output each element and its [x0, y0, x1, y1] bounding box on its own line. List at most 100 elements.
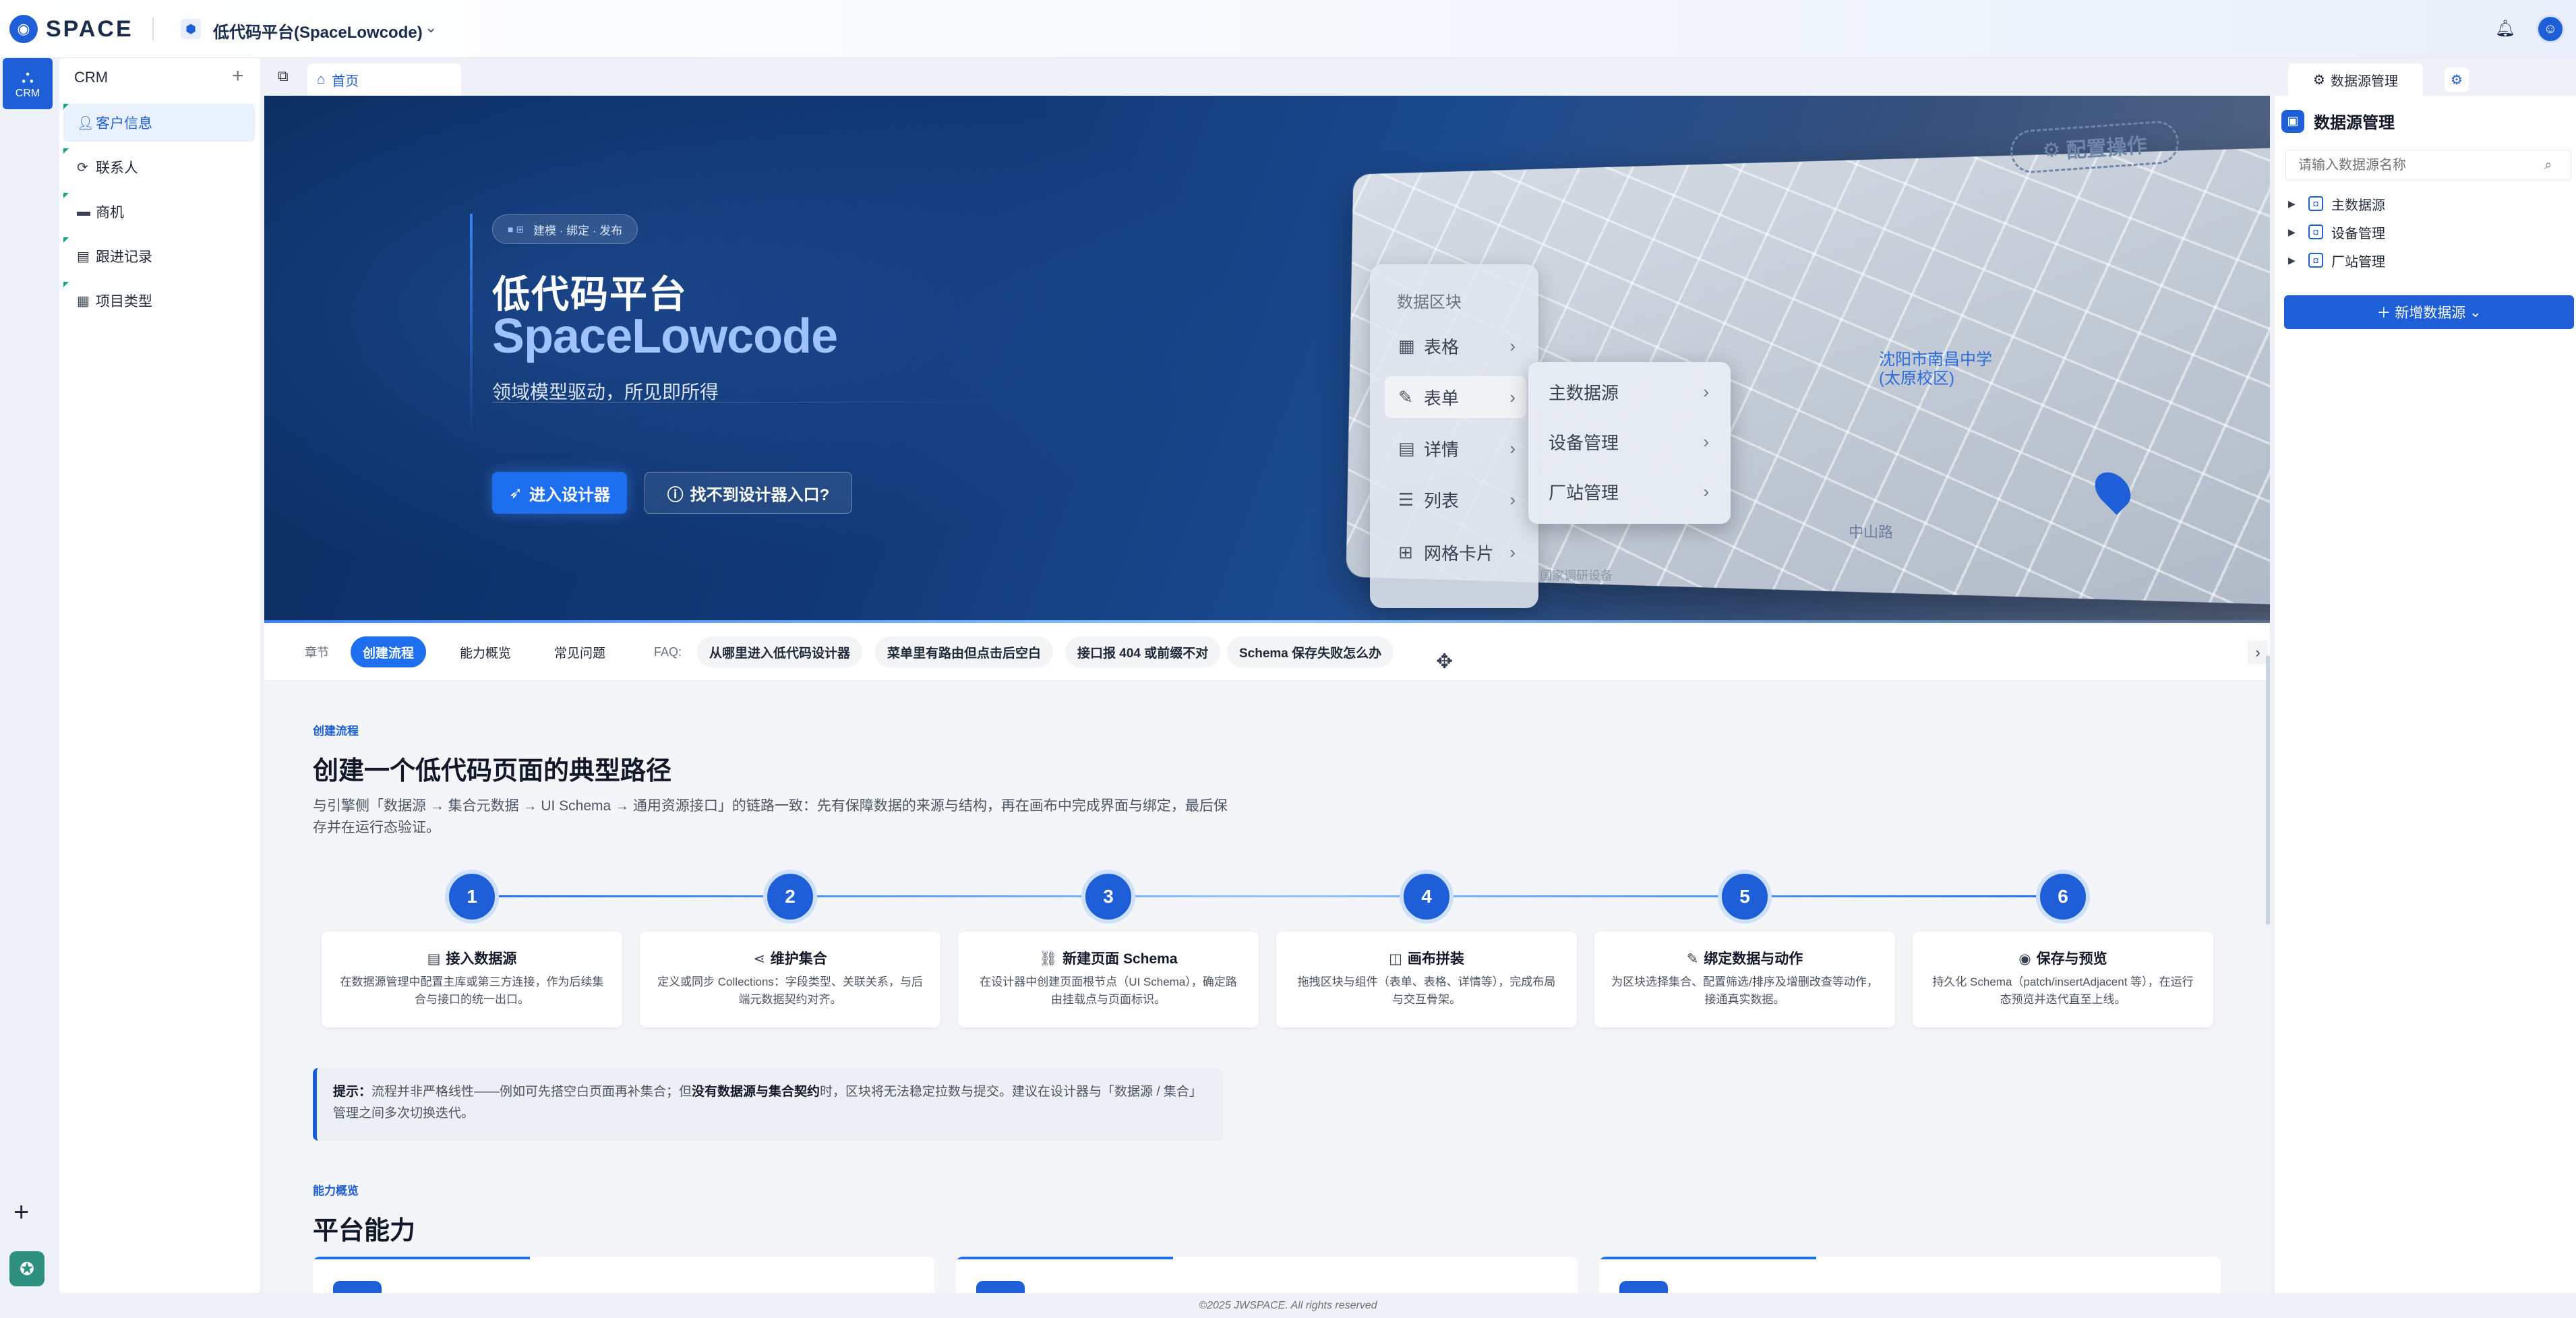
section-description: 与引擎侧「数据源 → 集合元数据 → UI Schema → 通用资源接口」的链… [313, 798, 1228, 835]
faq-chip[interactable]: Schema 保存失败怎么办 [1227, 636, 1394, 667]
user-icon: 👤︎ [77, 115, 94, 131]
settings-icon[interactable]: ⚙ [2445, 67, 2469, 92]
tab-home[interactable]: ⌂ 首页 [307, 63, 461, 96]
grid-icon: ■ ⊞ [508, 223, 525, 235]
sidebar-item-opportunity[interactable]: ▬ 商机 [63, 193, 255, 231]
caret-right-icon[interactable]: ▶ [2288, 227, 2308, 238]
sidebar-item-followup[interactable]: ▤ 跟进记录 [63, 237, 255, 275]
panel-title: ▣ 数据源管理 [2281, 109, 2395, 133]
chevron-right-icon[interactable]: › [2248, 640, 2268, 665]
find-designer-button[interactable]: ⓘ 找不到设计器入口? [645, 472, 852, 514]
step-title-text: 维护集合 [770, 951, 827, 967]
bell-icon[interactable]: 🔔︎ [2494, 18, 2516, 39]
logo-text[interactable]: SPACE [46, 16, 133, 42]
gear-icon: ⚙ [2313, 72, 2325, 88]
sidebar-item-project-type[interactable]: ▦ 项目类型 [63, 282, 255, 320]
assistant-icon[interactable]: ✪ [9, 1251, 44, 1286]
eye-icon: ◉ [2018, 951, 2031, 967]
chapter-tab-capabilities[interactable]: 能力概览 [448, 636, 523, 667]
search-icon[interactable]: ⌕ [2544, 158, 2552, 173]
step-title: ▤ 接入数据源 [322, 948, 622, 968]
submenu-item-label: 主数据源 [1549, 382, 1619, 403]
panel-title-text: 数据源管理 [2314, 114, 2395, 132]
submenu-item: 厂站管理 › [1549, 471, 1717, 512]
sidebar: CRM + 👤︎ 客户信息 ⟳ 联系人 ▬ 商机 ▤ 跟进记录 ▦ 项目类型 [59, 58, 260, 1293]
database-icon: ▤ [427, 951, 441, 967]
add-datasource-button[interactable]: ＋ 新增数据源 ⌄ [2284, 295, 2574, 329]
hero-banner: ⚙ 配置操作 数据区块 ▦ 表格 › ✎ 表单 › ▤ 详情 › ☰ 列表 › ⊞ 网格卡片 › 主… [264, 96, 2270, 623]
chevron-down-icon[interactable]: ⌄ [425, 19, 437, 36]
form-icon: ✎ [1398, 386, 1413, 407]
divider [152, 18, 154, 40]
sidebar-item-label: 客户信息 [96, 116, 152, 131]
capability-card [956, 1257, 1578, 1293]
step-number: 5 [1718, 870, 1772, 924]
app-cube-icon: ⬢ [181, 19, 201, 39]
capability-icon [333, 1281, 382, 1293]
chapter-nav: 章节 创建流程 能力概览 常见问题 FAQ: 从哪里进入低代码设计器 菜单里有路… [264, 623, 2270, 681]
layout-icon: ◫ [1389, 951, 1402, 967]
block-menu-item-label: 表单 [1424, 388, 1460, 409]
database-icon: ◘ [2308, 253, 2323, 268]
step-title: ◉ 保存与预览 [1913, 948, 2213, 968]
map-label: 沈阳市南昌中学 (太原校区) [1879, 351, 1992, 388]
tree-item[interactable]: ▶ ◘ 厂站管理 [2288, 247, 2385, 274]
chevron-right-icon: › [1509, 386, 1516, 407]
list-icon: ☰ [1398, 489, 1414, 510]
block-menu-header: 数据区块 [1397, 293, 1462, 311]
tab-datasource[interactable]: ⚙ 数据源管理 [2288, 63, 2423, 96]
sidebar-item-contacts[interactable]: ⟳ 联系人 [63, 148, 255, 186]
hero-pill: ■ ⊞ 建模 · 绑定 · 发布 [492, 214, 638, 244]
faq-label: FAQ: [654, 645, 682, 659]
block-menu-item: ▦ 表格 › [1385, 325, 1526, 367]
datasource-panel: ⚙数据源管理 ⚙ ▣数据源管理 ⌕ ▶◘主数据源 ▶◘设备管理 ▶◘厂站管理 ＋… [2275, 58, 2576, 1293]
footer: ©2025 JWSPACE. All rights reserved [0, 1293, 2576, 1318]
logo-icon[interactable]: ◉ [9, 15, 38, 43]
clipboard-icon: ▤ [77, 249, 90, 264]
faq-chip[interactable]: 菜单里有路由但点击后空白 [875, 636, 1054, 667]
tip-text: 流程并非严格线性——例如可先搭空白页面再补集合；但 [371, 1085, 692, 1099]
submenu-item: 设备管理 › [1549, 421, 1717, 462]
left-rail: ⛬ CRM + ✪ [0, 58, 57, 1318]
share-icon: ⋖ [753, 951, 765, 967]
step-title: ⛓ 新建页面 Schema [958, 948, 1259, 968]
block-menu-item: ☰ 列表 › [1385, 479, 1526, 520]
caret-right-icon[interactable]: ▶ [2288, 198, 2308, 210]
step-title-text: 新建页面 Schema [1062, 951, 1178, 967]
scrollbar[interactable] [2266, 655, 2270, 925]
chevron-right-icon: › [1509, 489, 1516, 510]
avatar[interactable]: ☺ [2536, 15, 2565, 43]
block-menu-item: ✎ 表单 › [1385, 376, 1526, 418]
chevron-right-icon: › [1509, 541, 1516, 562]
step-description: 持久化 Schema（patch/insertAdjacent 等），在运行态预… [1932, 976, 2194, 1006]
enter-designer-button[interactable]: ➶ 进入设计器 [492, 472, 627, 514]
capability-icon [1619, 1281, 1668, 1293]
datasource-submenu: 主数据源 › 设备管理 › 厂站管理 › [1528, 362, 1731, 524]
add-app-button[interactable]: + [13, 1197, 29, 1228]
submenu-item-label: 设备管理 [1549, 432, 1619, 453]
tree-item[interactable]: ▶ ◘ 主数据源 [2288, 190, 2385, 217]
step-description: 定义或同步 Collections：字段类型、关联关系，与后端元数据契约对齐。 [657, 976, 923, 1006]
rail-item-crm[interactable]: ⛬ CRM [3, 58, 53, 109]
contact-icon: ⟳ [77, 160, 88, 175]
chapter-tab-faq[interactable]: 常见问题 [542, 636, 618, 667]
table-icon: ▦ [1398, 335, 1415, 356]
collapse-icon[interactable]: ⧉ [278, 67, 289, 85]
app-switcher-label[interactable]: 低代码平台(SpaceLowcode) [213, 19, 423, 42]
tree-item[interactable]: ▶ ◘ 设备管理 [2288, 218, 2385, 245]
block-menu-item-label: 表格 [1424, 336, 1460, 357]
sidebar-item-customer[interactable]: 👤︎ 客户信息 [63, 104, 255, 142]
opportunity-icon: ▬ [77, 204, 90, 219]
faq-chip[interactable]: 接口报 404 或前缀不对 [1065, 636, 1221, 667]
block-menu: 数据区块 ▦ 表格 › ✎ 表单 › ▤ 详情 › ☰ 列表 › ⊞ 网格卡片 › [1370, 264, 1538, 608]
chapter-tab-flow[interactable]: 创建流程 [351, 636, 427, 667]
faq-chip[interactable]: 从哪里进入低代码设计器 [697, 636, 863, 667]
step-number: 2 [763, 870, 817, 924]
step-card: ◫ 画布拼装 拖拽区块与组件（表单、表格、详情等），完成布局与交互骨架。 [1276, 932, 1577, 1027]
map-small-label: 国家调研设备 [1540, 569, 1613, 582]
add-menu-button[interactable]: + [232, 65, 244, 88]
submenu-item-label: 厂站管理 [1549, 482, 1619, 503]
submenu-item: 主数据源 › [1549, 371, 1717, 412]
datasource-search-input[interactable] [2285, 150, 2571, 181]
caret-right-icon[interactable]: ▶ [2288, 255, 2308, 266]
